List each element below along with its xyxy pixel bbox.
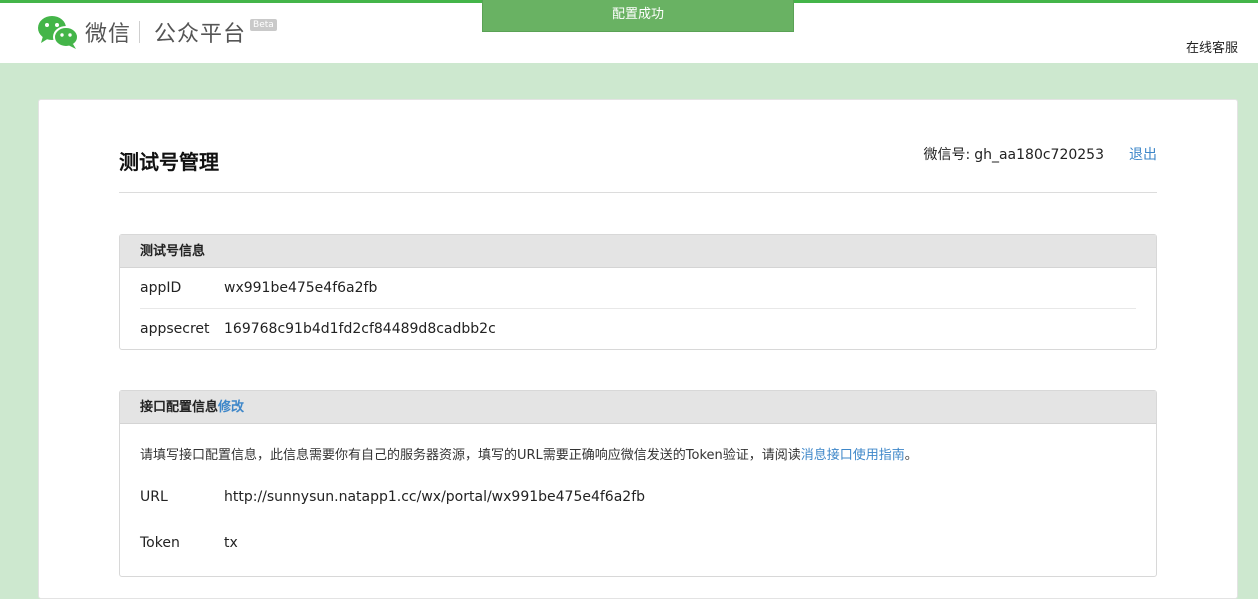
panel-heading-text: 接口配置信息 bbox=[140, 400, 219, 415]
row-key: Token bbox=[140, 535, 180, 551]
account-value: gh_aa180c720253 bbox=[974, 147, 1104, 163]
row-key: appsecret bbox=[140, 321, 210, 337]
info-row-appid: appID wx991be475e4f6a2fb bbox=[120, 268, 1156, 308]
brand-divider bbox=[139, 21, 141, 43]
row-value: 169768c91b4d1fd2cf84489d8cadbb2c bbox=[224, 321, 496, 337]
beta-badge: Beta bbox=[250, 19, 277, 31]
online-service-link[interactable]: 在线客服 bbox=[1186, 37, 1238, 56]
desc-suffix: 。 bbox=[904, 448, 918, 463]
page-title: 测试号管理 bbox=[119, 150, 219, 174]
wechat-logo[interactable]: 微信 公众平台 Beta bbox=[37, 13, 277, 51]
brand-wechat: 微信 bbox=[85, 22, 132, 47]
guide-link[interactable]: 消息接口使用指南 bbox=[801, 448, 905, 463]
config-row-token: Token tx bbox=[120, 520, 1156, 566]
account-info: 微信号: gh_aa180c720253 bbox=[924, 144, 1105, 164]
main-card: 测试号管理 微信号: gh_aa180c720253 退出 测试号信息 appID… bbox=[38, 99, 1238, 599]
desc-text: 请填写接口配置信息，此信息需要你有自己的服务器资源，填写的URL需要正确响应微信… bbox=[140, 448, 801, 463]
panel-heading: 接口配置信息修改 bbox=[120, 391, 1156, 424]
info-row-appsecret: appsecret 169768c91b4d1fd2cf84489d8cadbb2… bbox=[120, 309, 1156, 349]
row-value: http://sunnysun.natapp1.cc/wx/portal/wx9… bbox=[224, 489, 646, 505]
title-divider bbox=[119, 192, 1157, 193]
test-account-panel: 测试号信息 appID wx991be475e4f6a2fb appsecret 1… bbox=[119, 234, 1157, 350]
account-label: 微信号: bbox=[923, 147, 971, 163]
logout-link[interactable]: 退出 bbox=[1129, 144, 1157, 164]
row-key: appID bbox=[140, 280, 182, 296]
edit-link[interactable]: 修改 bbox=[218, 400, 244, 415]
interface-config-panel: 接口配置信息修改 请填写接口配置信息，此信息需要你有自己的服务器资源，填写的UR… bbox=[119, 390, 1157, 577]
wechat-bubbles-icon bbox=[38, 16, 79, 49]
interface-description: 请填写接口配置信息，此信息需要你有自己的服务器资源，填写的URL需要正确响应微信… bbox=[120, 424, 1156, 474]
config-row-url: URL http://sunnysun.natapp1.cc/wx/portal/… bbox=[120, 474, 1156, 520]
success-toast: 配置成功 bbox=[482, 0, 794, 32]
panel-heading: 测试号信息 bbox=[120, 235, 1156, 268]
row-value: tx bbox=[224, 535, 238, 551]
brand-platform: 公众平台 bbox=[154, 22, 247, 47]
row-key: URL bbox=[140, 489, 168, 505]
row-value: wx991be475e4f6a2fb bbox=[224, 280, 378, 296]
